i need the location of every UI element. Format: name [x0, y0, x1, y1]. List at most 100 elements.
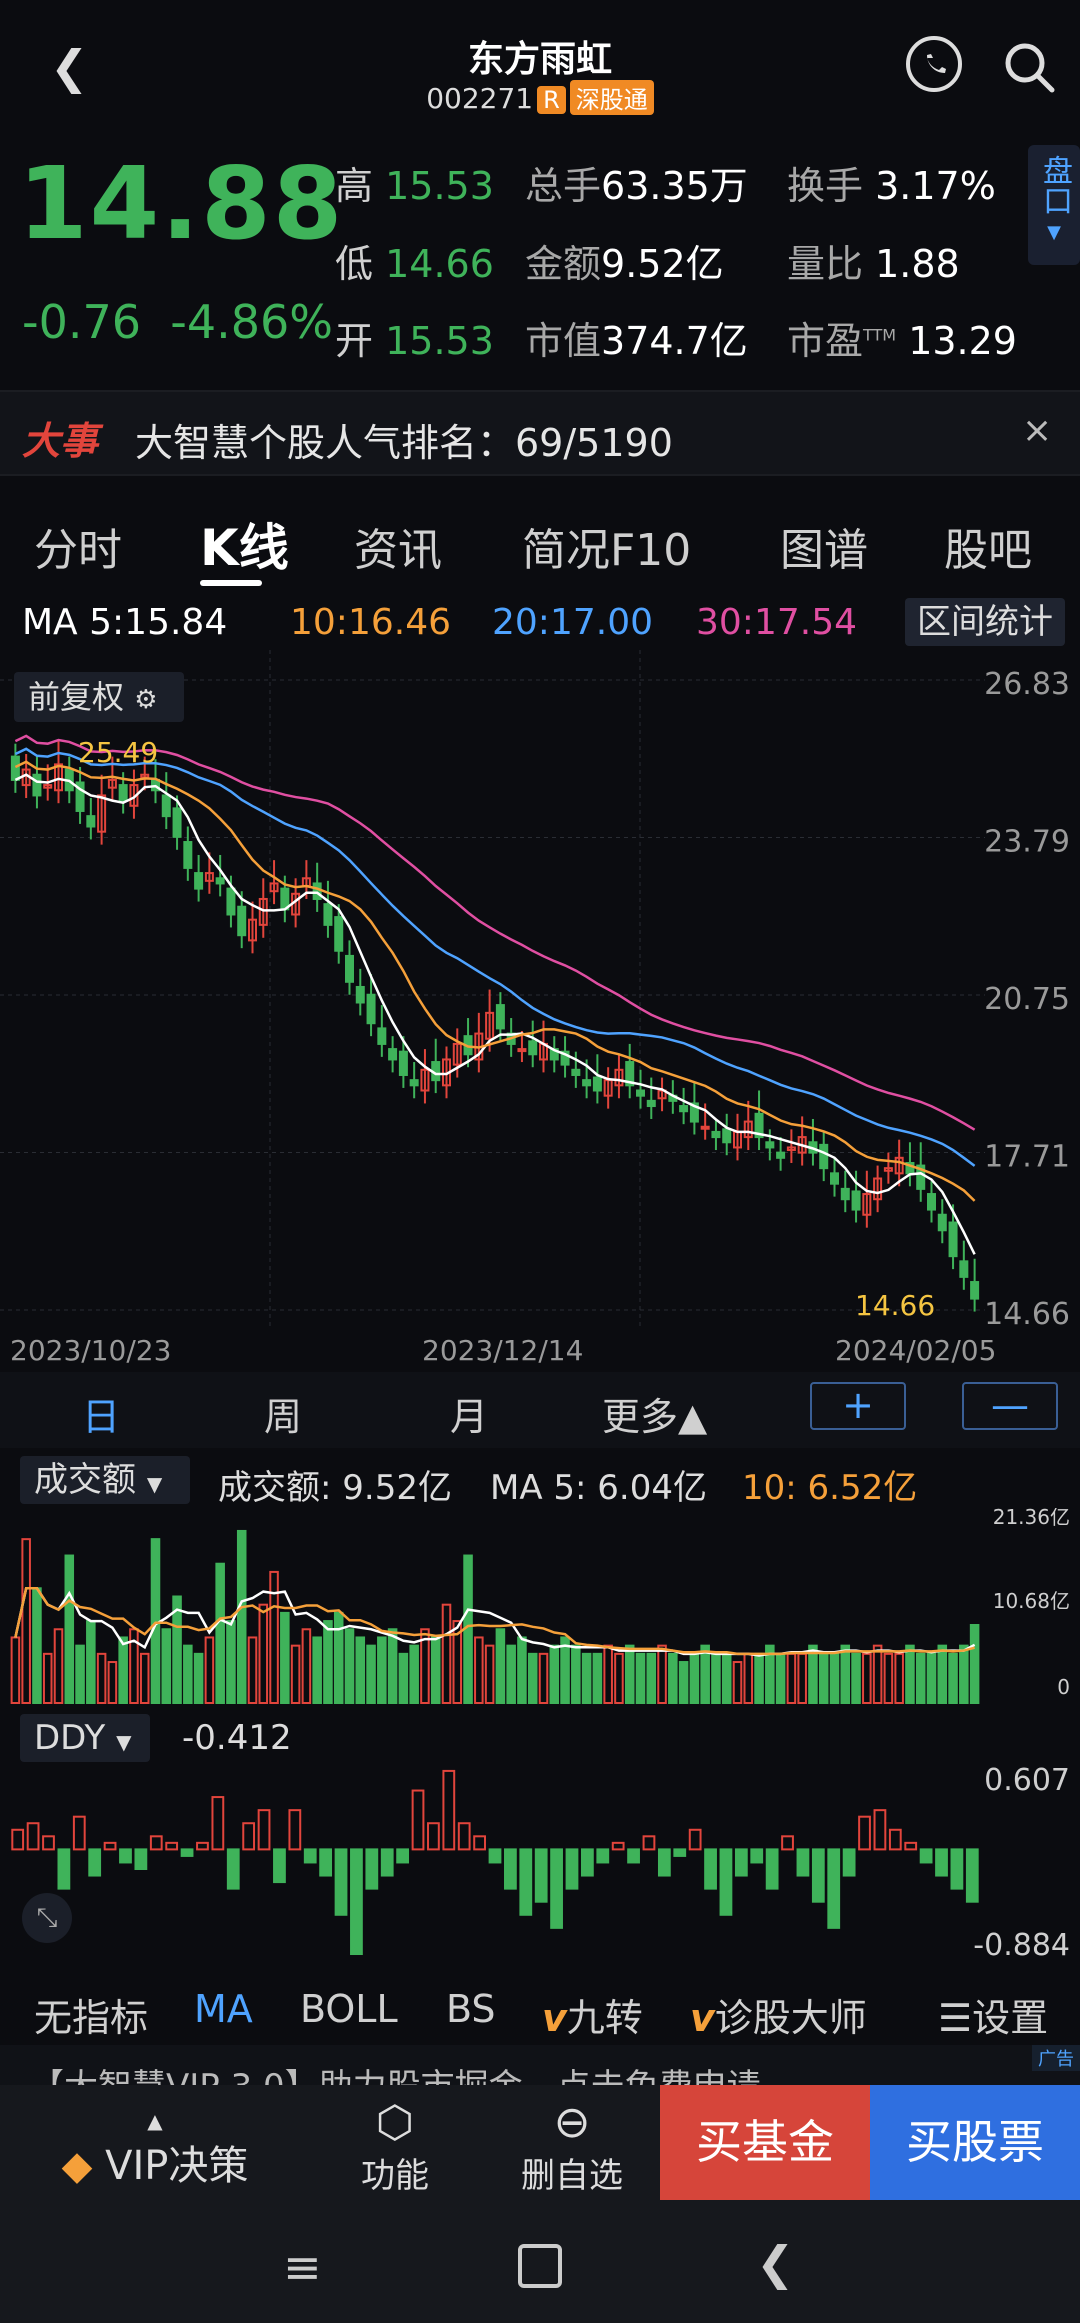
volume-bar [398, 1652, 409, 1704]
candle-body [183, 841, 193, 869]
high-value: 15.53 [385, 164, 494, 208]
ddy-chart[interactable]: 0.607 -0.884 [0, 1760, 1080, 1970]
ma20-value: 20:17.00 [492, 602, 653, 643]
chat-icon[interactable] [906, 36, 962, 92]
ind-jiuzhuan[interactable]: v九转 [542, 1987, 643, 2042]
ind-settings[interactable]: ☰设置 [938, 1987, 1048, 2042]
search-icon[interactable] [1000, 38, 1060, 98]
ddy-bar [473, 1835, 486, 1851]
volume-chart[interactable]: 21.36亿 10.68亿 0 [0, 1508, 1080, 1708]
volume-bar [258, 1603, 269, 1704]
tab-f10[interactable]: 简况F10 [522, 514, 691, 578]
back-nav-icon[interactable]: ❮ [756, 2236, 795, 2290]
min-price-label: 14.66 [855, 1289, 935, 1322]
volume-bar [614, 1652, 624, 1704]
candle-body [711, 1130, 721, 1139]
amount-label: 金额 [525, 242, 602, 286]
ddy-bar [149, 1835, 163, 1851]
candle-body [355, 985, 365, 1004]
tab-forum[interactable]: 股吧 [944, 514, 1032, 578]
candle-body [334, 916, 344, 952]
event-bar[interactable]: 大事 大智慧个股人气排名：69/5190 × [0, 390, 1080, 476]
ind-diagnose[interactable]: v诊股大师 [690, 1987, 867, 2042]
expand-icon[interactable]: ⤡ [22, 1893, 72, 1943]
volume-bar [484, 1644, 495, 1704]
period-week[interactable]: 周 [264, 1386, 302, 1441]
volume-bar [549, 1644, 560, 1704]
remove-watchlist-button[interactable]: ⊖ 删自选 [510, 2097, 634, 2197]
zoom-out-button[interactable]: — [962, 1382, 1058, 1430]
volume-bar [571, 1644, 581, 1704]
ddy-y-top: 0.607 [984, 1763, 1070, 1798]
ind-ma[interactable]: MA [194, 1987, 253, 2031]
ind-none[interactable]: 无指标 [34, 1987, 148, 2042]
kline-chart[interactable]: 26.83 23.79 20.75 17.71 14.66 25.49 14.66 2023/… [0, 650, 1080, 1370]
period-more[interactable]: 更多▲ [602, 1386, 707, 1441]
ddy-bar [519, 1848, 533, 1916]
ddy-bar [873, 1809, 887, 1851]
function-button[interactable]: ⬡ 功能 [340, 2097, 450, 2197]
candle-body [517, 1048, 527, 1053]
ddy-bar [765, 1848, 779, 1890]
volume-bar [75, 1644, 85, 1704]
ddy-bar [26, 1822, 40, 1851]
tab-fenshi[interactable]: 分时 [34, 514, 122, 578]
candle-body [161, 794, 171, 818]
y-tick-label: 20.75 [984, 982, 1070, 1017]
ind-boll[interactable]: BOLL [300, 1987, 398, 2031]
candle-body [970, 1281, 980, 1300]
buy-fund-button[interactable]: 买基金 [660, 2085, 870, 2200]
remove-watchlist-label: 删自选 [521, 2156, 623, 2196]
ddy-bar [226, 1848, 240, 1890]
period-bar: 日 周 月 更多▲ + — [0, 1372, 1080, 1448]
pankou-button[interactable]: 盘口 ▼ [1028, 145, 1080, 265]
menu-icon[interactable]: ≡ [283, 2240, 322, 2294]
adjust-selector[interactable]: 前复权 ⚙ [14, 672, 184, 722]
price-change: -0.76 -4.86% [22, 295, 333, 349]
range-stats-button[interactable]: 区间统计 [905, 598, 1065, 646]
period-month[interactable]: 月 [450, 1386, 488, 1441]
candle-body [829, 1172, 840, 1185]
zoom-in-button[interactable]: + [810, 1382, 906, 1430]
volume-bar [150, 1538, 161, 1705]
volume-bar [290, 1644, 301, 1704]
tab-kline[interactable]: K线 [200, 508, 289, 580]
volume-bar [441, 1603, 452, 1704]
ddy-bar [411, 1789, 425, 1851]
ddy-bar [904, 1841, 918, 1851]
buy-stock-button[interactable]: 买股票 [870, 2085, 1080, 2200]
indicator-row: 无指标 MA BOLL BS v九转 v诊股大师 ☰设置 [0, 1975, 1080, 2045]
ddy-selector[interactable]: DDY ▼ [20, 1714, 150, 1762]
tab-news[interactable]: 资讯 [354, 514, 442, 578]
volume-bar [689, 1652, 700, 1704]
ad-bar[interactable]: 【大智慧VIP 3.0】助力股市掘金，点击免费申请 广告 [0, 2045, 1080, 2085]
period-day[interactable]: 日 [82, 1386, 120, 1441]
vip-decision-button[interactable]: ▲ ◆ VIP决策 [40, 2109, 270, 2191]
ind-bs[interactable]: BS [446, 1987, 496, 2031]
ddy-bar [965, 1848, 979, 1903]
close-icon[interactable]: × [1022, 410, 1052, 451]
ddy-bar [119, 1848, 132, 1864]
ddy-bar [935, 1848, 948, 1877]
volume-bar [139, 1652, 150, 1704]
ddy-bar [350, 1848, 363, 1956]
volume-bar [915, 1652, 926, 1704]
tab-graph[interactable]: 图谱 [780, 514, 868, 578]
turnover-value: 3.17% [875, 164, 996, 208]
function-label: 功能 [361, 2156, 429, 2196]
change-value: -0.76 [22, 295, 142, 349]
settings-icon: ☰ [938, 1996, 973, 2040]
ddy-bar [704, 1848, 717, 1890]
header: ❮ 东方雨虹 002271 R 深股通 [0, 0, 1080, 130]
minus-circle-icon: ⊖ [553, 2097, 591, 2148]
event-tag: 大事 [22, 419, 99, 463]
candle-body [819, 1143, 829, 1170]
volratio-value: 1.88 [875, 242, 960, 286]
volume-bar [581, 1652, 592, 1704]
pe-sup: TTM [863, 325, 897, 345]
home-icon[interactable] [518, 2244, 562, 2288]
low-label: 低 [335, 242, 374, 286]
ddy-bar [673, 1848, 687, 1857]
candle-body [409, 1079, 419, 1087]
volume-value: 63.35万 [601, 164, 748, 208]
